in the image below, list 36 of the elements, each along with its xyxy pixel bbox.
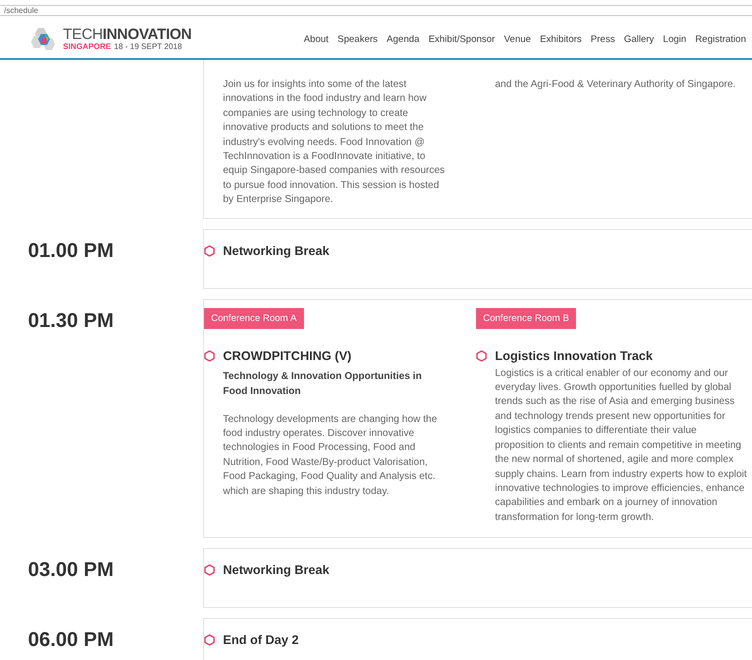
logo-place: SINGAPORE <box>63 42 112 52</box>
session-description: Join us for insights into some of the latest innovations in the food industry and learn how companies are using technology to create innovative products and solutions to meet the industry's evolving needs. Food Innovation @ TechInnovation is a FoodInnovate initiative, to equip Singapore-based companies with resources to pursue food innovation. This session is hosted by Enterprise Singapore. <box>223 78 446 208</box>
nav-link[interactable]: About <box>304 34 329 44</box>
hexagon-icon <box>204 564 215 576</box>
room-tag: Conference Room B <box>476 308 576 329</box>
time-label: 06.00 PM <box>27 628 115 654</box>
hexagon-icon <box>204 244 215 257</box>
address-bar[interactable]: /schedule <box>0 5 752 16</box>
session-description: and the Agri-Food & Veterinary Authority of Singapore. <box>495 78 737 92</box>
session-description: Technology developments are changing how the food industry operates. Discover innovative technologies in Food Processing, Food and Nutrition, Food Waste/By-product Valorisation, Food Packaging, Food Quality and Analysis etc. which are shaping this industry today. <box>223 412 438 499</box>
nav-link[interactable]: Venue <box>504 34 531 44</box>
session-title: Logistics Innovation Track <box>495 348 653 363</box>
time-label: 01.00 PM <box>27 238 115 264</box>
nav-link[interactable]: Exhibitors <box>540 34 582 44</box>
nav-link[interactable]: Exhibit/Sponsor <box>428 34 495 44</box>
hexagon-icon <box>476 350 487 362</box>
session-title: CROWDPITCHING (V) <box>223 348 352 363</box>
url-text: /schedule <box>3 6 38 15</box>
nav-link[interactable]: Login <box>663 34 686 44</box>
nav-link[interactable]: Registration <box>695 34 746 44</box>
session-title: Networking Break <box>223 244 330 258</box>
hexagon-icon <box>204 350 215 362</box>
session-subtitle: Technology & Innovation Opportunities in Food Innovation <box>222 370 423 399</box>
time-label: 03.00 PM <box>27 558 115 584</box>
session-description: Logistics is a critical enabler of our economy and our everyday lives. Growth opportunities fuelled by global trends such as the rise of Asia and emerging business and technology trends present new opportunities for logistics companies to differentiate their value proposition to clients and remain competitive in meeting the new normal of shortened, agile and more complex supply chains. Learn from industry experts how to exploit innovative technologies to improve efficiencies, enhance capabilities and embark on a journey of innovation transformation for long-term growth. <box>495 366 747 525</box>
time-label: 01.30 PM <box>27 308 115 334</box>
logo-title: TECHINNOVATION <box>63 26 192 42</box>
nav-link[interactable]: Speakers <box>338 34 378 44</box>
nav-link[interactable]: Press <box>590 34 615 44</box>
session-title: End of Day 2 <box>223 633 299 648</box>
session-title: Networking Break <box>223 563 330 578</box>
hexagon-icon <box>204 634 215 646</box>
room-tag: Conference Room A <box>204 308 304 329</box>
nav-link[interactable]: Agenda <box>386 34 420 44</box>
event-dates: 18 - 19 SEPT 2018 <box>114 42 182 52</box>
nav-link[interactable]: Gallery <box>624 34 654 44</box>
